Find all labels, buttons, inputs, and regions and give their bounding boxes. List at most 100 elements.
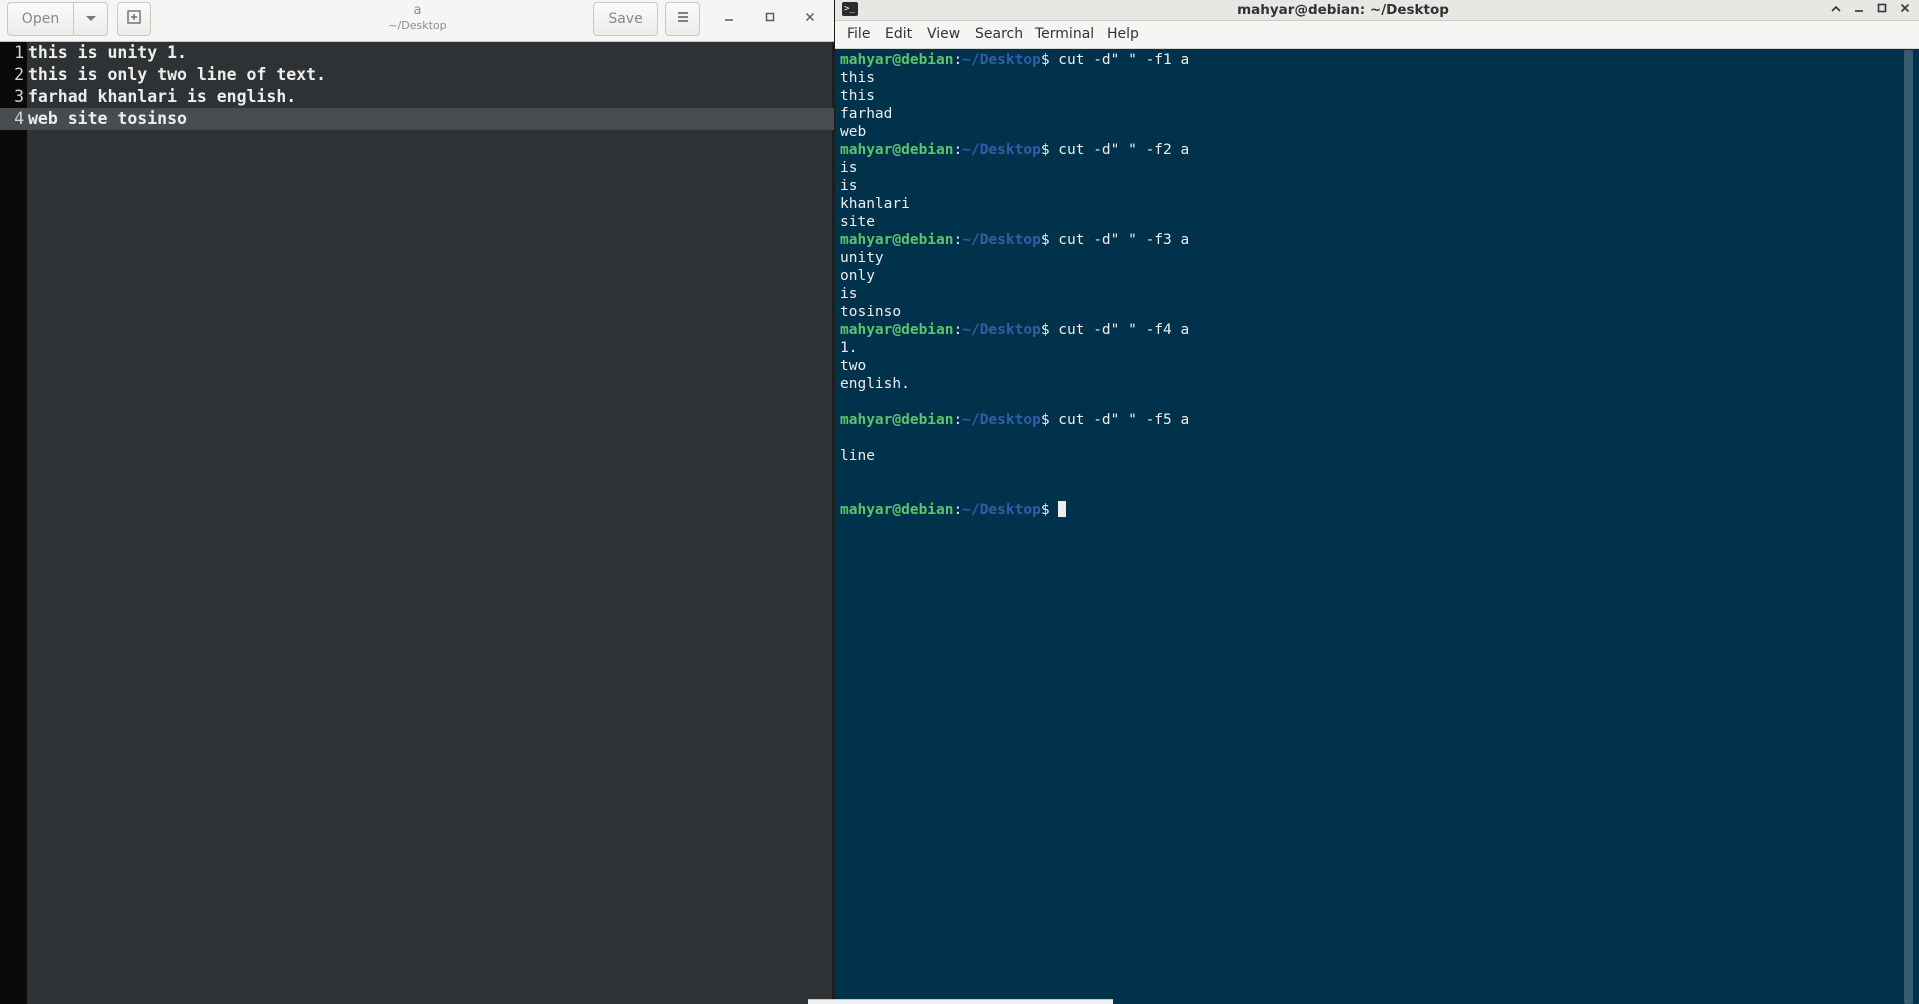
terminal-output[interactable]: mahyar@debian:~/Desktop$ cut -d" " -f1 a…: [840, 51, 1906, 1004]
editor-headerbar: Open a ~/Desktop Save: [0, 0, 834, 42]
prompt-symbol: $: [1040, 52, 1059, 68]
prompt-path: ~/Desktop: [962, 142, 1041, 158]
new-document-button[interactable]: [117, 2, 151, 36]
menu-file[interactable]: File: [847, 26, 870, 42]
output-line: farhad: [840, 106, 893, 122]
prompt-symbol: $: [1040, 322, 1059, 338]
prompt-separator: :: [953, 322, 963, 338]
text-editor-window: Open a ~/Desktop Save 1 this is unity 1.…: [0, 0, 834, 1004]
terminal-menubar: File Edit View Search Terminal Help: [835, 21, 1919, 49]
prompt-user: mahyar@debian: [840, 52, 954, 68]
prompt-separator: :: [953, 52, 963, 68]
minimize-button[interactable]: [718, 7, 740, 29]
chevron-up-icon: [1831, 2, 1841, 17]
shade-button[interactable]: [1826, 0, 1846, 20]
terminal-scrollbar[interactable]: [1904, 50, 1913, 1004]
prompt-line: mahyar@debian:~/Desktop$: [840, 501, 1906, 519]
open-button[interactable]: Open: [7, 2, 74, 36]
minimize-icon: [724, 10, 734, 26]
prompt-line: mahyar@debian:~/Desktop$ cut -d" " -f2 a: [840, 141, 1906, 159]
prompt-user: mahyar@debian: [840, 232, 954, 248]
save-button[interactable]: Save: [593, 2, 658, 36]
minimize-icon: [1854, 2, 1864, 17]
prompt-symbol: $: [1040, 412, 1059, 428]
prompt-path: ~/Desktop: [962, 502, 1041, 518]
prompt-user: mahyar@debian: [840, 502, 954, 518]
document-path: ~/Desktop: [388, 19, 447, 32]
taskbar-edge: [808, 999, 1113, 1004]
prompt-separator: :: [953, 232, 963, 248]
editor-text-area[interactable]: 1 this is unity 1. 2 this is only two li…: [0, 42, 834, 130]
prompt-line: mahyar@debian:~/Desktop$ cut -d" " -f4 a: [840, 321, 1906, 339]
line-number: 2: [14, 65, 24, 84]
terminal-titlebar[interactable]: >_ mahyar@debian: ~/Desktop: [835, 0, 1919, 21]
prompt-symbol: $: [1040, 502, 1059, 518]
maximize-button[interactable]: [759, 7, 781, 29]
close-button[interactable]: [799, 7, 821, 29]
prompt-separator: :: [953, 142, 963, 158]
line-text: web site tosinso: [28, 109, 187, 128]
output-line: is: [840, 160, 858, 176]
output-line: this: [840, 88, 875, 104]
command-text: cut -d" " -f1 a: [1058, 52, 1190, 68]
output-line: this: [840, 70, 875, 86]
output-line: 1.: [840, 340, 858, 356]
minimize-button[interactable]: [1849, 0, 1869, 20]
output-line: tosinso: [840, 304, 902, 320]
line-text: this is only two line of text.: [28, 65, 327, 84]
prompt-user: mahyar@debian: [840, 412, 954, 428]
menu-search[interactable]: Search: [975, 26, 1023, 42]
terminal-window: >_ mahyar@debian: ~/Desktop File Edit Vi…: [835, 0, 1919, 1004]
output-line: web: [840, 124, 867, 140]
prompt-path: ~/Desktop: [962, 322, 1041, 338]
command-text: cut -d" " -f4 a: [1058, 322, 1190, 338]
line-text: this is unity 1.: [28, 43, 187, 62]
command-text: cut -d" " -f2 a: [1058, 142, 1190, 158]
output-line: is: [840, 286, 858, 302]
text-cursor: [1058, 501, 1067, 517]
document-title: a ~/Desktop: [330, 3, 505, 33]
line-text: farhad khanlari is english.: [28, 87, 297, 106]
line-number: 3: [14, 87, 24, 106]
open-recent-button[interactable]: [73, 2, 108, 36]
editor-line: 2 this is only two line of text.: [0, 64, 834, 86]
command-text: cut -d" " -f5 a: [1058, 412, 1190, 428]
editor-line: 3 farhad khanlari is english.: [0, 86, 834, 108]
close-icon: [805, 10, 815, 26]
prompt-line: mahyar@debian:~/Desktop$ cut -d" " -f3 a: [840, 231, 1906, 249]
menu-edit[interactable]: Edit: [885, 26, 912, 42]
prompt-user: mahyar@debian: [840, 322, 954, 338]
hamburger-menu-button[interactable]: [665, 2, 700, 36]
line-number: 4: [14, 109, 24, 128]
window-title: mahyar@debian: ~/Desktop: [1237, 2, 1449, 18]
line-number: 1: [14, 43, 24, 62]
output-line: english.: [840, 376, 910, 392]
scrollbar-thumb[interactable]: [1904, 50, 1913, 1004]
maximize-icon: [1877, 2, 1887, 17]
editor-line-current: 4 web site tosinso: [0, 108, 834, 130]
output-line: unity: [840, 250, 884, 266]
prompt-separator: :: [953, 412, 963, 428]
output-line: two: [840, 358, 867, 374]
editor-line: 1 this is unity 1.: [0, 42, 834, 64]
command-text: cut -d" " -f3 a: [1058, 232, 1190, 248]
output-line: site: [840, 214, 875, 230]
prompt-path: ~/Desktop: [962, 52, 1041, 68]
chevron-down-icon: [85, 11, 97, 27]
close-button[interactable]: [1895, 0, 1915, 20]
prompt-line: mahyar@debian:~/Desktop$ cut -d" " -f1 a: [840, 51, 1906, 69]
prompt-path: ~/Desktop: [962, 412, 1041, 428]
output-line: khanlari: [840, 196, 910, 212]
document-name: a: [413, 3, 422, 18]
close-icon: [1900, 2, 1910, 17]
output-line: line: [840, 448, 875, 464]
new-tab-icon: [127, 10, 141, 28]
maximize-button[interactable]: [1872, 0, 1892, 20]
menu-help[interactable]: Help: [1107, 26, 1139, 42]
menu-view[interactable]: View: [927, 26, 960, 42]
menu-terminal[interactable]: Terminal: [1035, 26, 1094, 42]
